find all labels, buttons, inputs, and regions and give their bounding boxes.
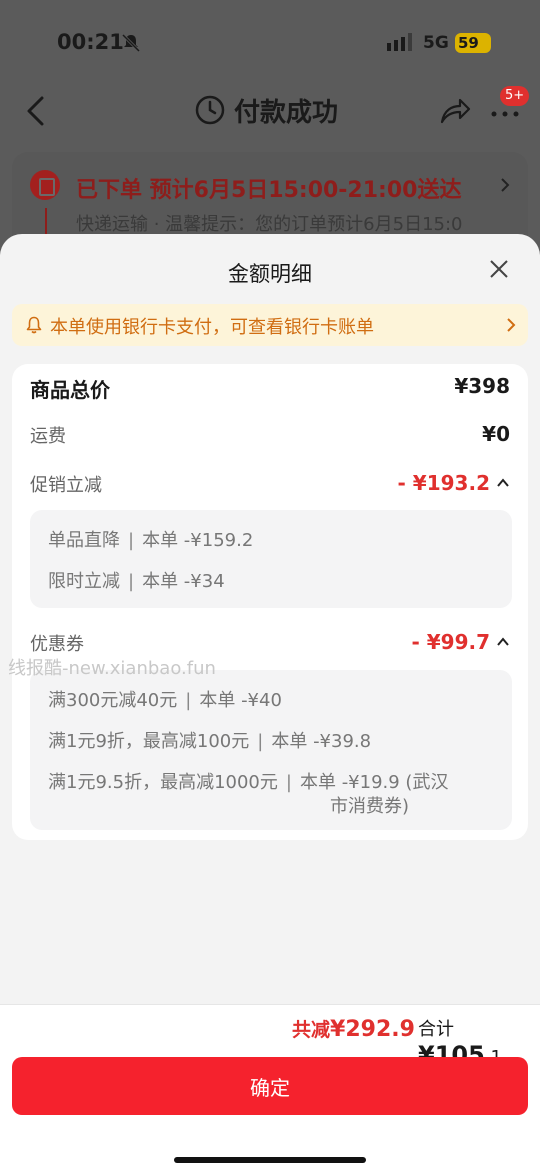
coupon-value: - ¥99.7 [411, 630, 490, 654]
chevron-up-icon[interactable] [496, 636, 510, 648]
coupon-item: 满1元9.5折，最高减1000元 | 本单 -¥19.9 (武汉 [48, 772, 449, 793]
notice-text: 本单使用银行卡支付，可查看银行卡账单 [50, 317, 374, 338]
promo-item: 单品直降 | 本单 -¥159.2 [48, 530, 254, 551]
battery-indicator: 59 [455, 33, 491, 53]
promo-label: 促销立减 [30, 475, 102, 496]
nav-bar: 付款成功 5+ [0, 86, 540, 136]
signal-icon [387, 33, 412, 51]
network-type: 5G [423, 33, 449, 53]
back-icon[interactable] [22, 94, 50, 128]
promo-row[interactable]: 促销立减 - ¥193.2 [30, 471, 510, 501]
confirm-button[interactable]: 确定 [12, 1057, 528, 1115]
amount-detail-sheet: 金额明细 本单使用银行卡支付，可查看银行卡账单 商品总价 ¥398 运费 ¥0 … [0, 234, 540, 1174]
home-indicator [174, 1157, 366, 1163]
promo-value: - ¥193.2 [397, 471, 490, 495]
bank-card-notice[interactable]: 本单使用银行卡支付，可查看银行卡账单 [12, 304, 528, 346]
share-icon[interactable] [438, 94, 472, 126]
delivery-subtitle: 快递运输 · 温馨提示：您的订单预计6月5日15:0 [76, 214, 463, 235]
goods-total-label: 商品总价 [30, 378, 110, 402]
amount-detail-card: 商品总价 ¥398 运费 ¥0 促销立减 - ¥193.2 单品直降 | 本单 -¥… [12, 364, 528, 840]
promo-item: 限时立减 | 本单 -¥34 [48, 571, 225, 592]
sheet-title: 金额明细 [228, 262, 312, 286]
order-icon [30, 170, 60, 200]
total-reduction: 共减¥292.9 [292, 1017, 415, 1042]
watermark-text: 线报酷-new.xianbao.fun [8, 658, 216, 679]
chevron-right-icon [507, 318, 516, 332]
delivery-title: 已下单 预计6月5日15:00-21:00送达 [76, 178, 462, 203]
bell-icon [26, 316, 42, 334]
close-icon[interactable] [488, 258, 510, 280]
chevron-right-icon [501, 178, 510, 192]
message-badge: 5+ [500, 86, 530, 106]
summary-footer: 共减¥292.9 合计 ¥105.1 确定 [0, 1004, 540, 1174]
bell-muted-icon [121, 33, 141, 53]
goods-total-row: 商品总价 ¥398 [30, 374, 510, 404]
status-time: 00:21 [57, 30, 124, 54]
status-bar: 00:21 5G 59 [0, 0, 540, 86]
chevron-up-icon[interactable] [496, 477, 510, 489]
coupon-detail-box: 满300元减40元 | 本单 -¥40 满1元9折，最高减100元 | 本单 -¥39.… [30, 670, 512, 830]
goods-total-value: ¥398 [454, 374, 510, 398]
page-title: 付款成功 [234, 98, 339, 128]
shipping-row: 运费 ¥0 [30, 422, 510, 452]
coupon-item: 满1元9折，最高减100元 | 本单 -¥39.8 [48, 731, 372, 752]
coupon-item: 满300元减40元 | 本单 -¥40 [48, 690, 282, 711]
promo-detail-box: 单品直降 | 本单 -¥159.2 限时立减 | 本单 -¥34 [30, 510, 512, 608]
shipping-label: 运费 [30, 426, 66, 447]
coupon-label: 优惠券 [30, 634, 84, 655]
clock-icon [195, 95, 225, 125]
shipping-value: ¥0 [482, 422, 510, 446]
coupon-item-continuation: 市消费券) [330, 796, 410, 817]
